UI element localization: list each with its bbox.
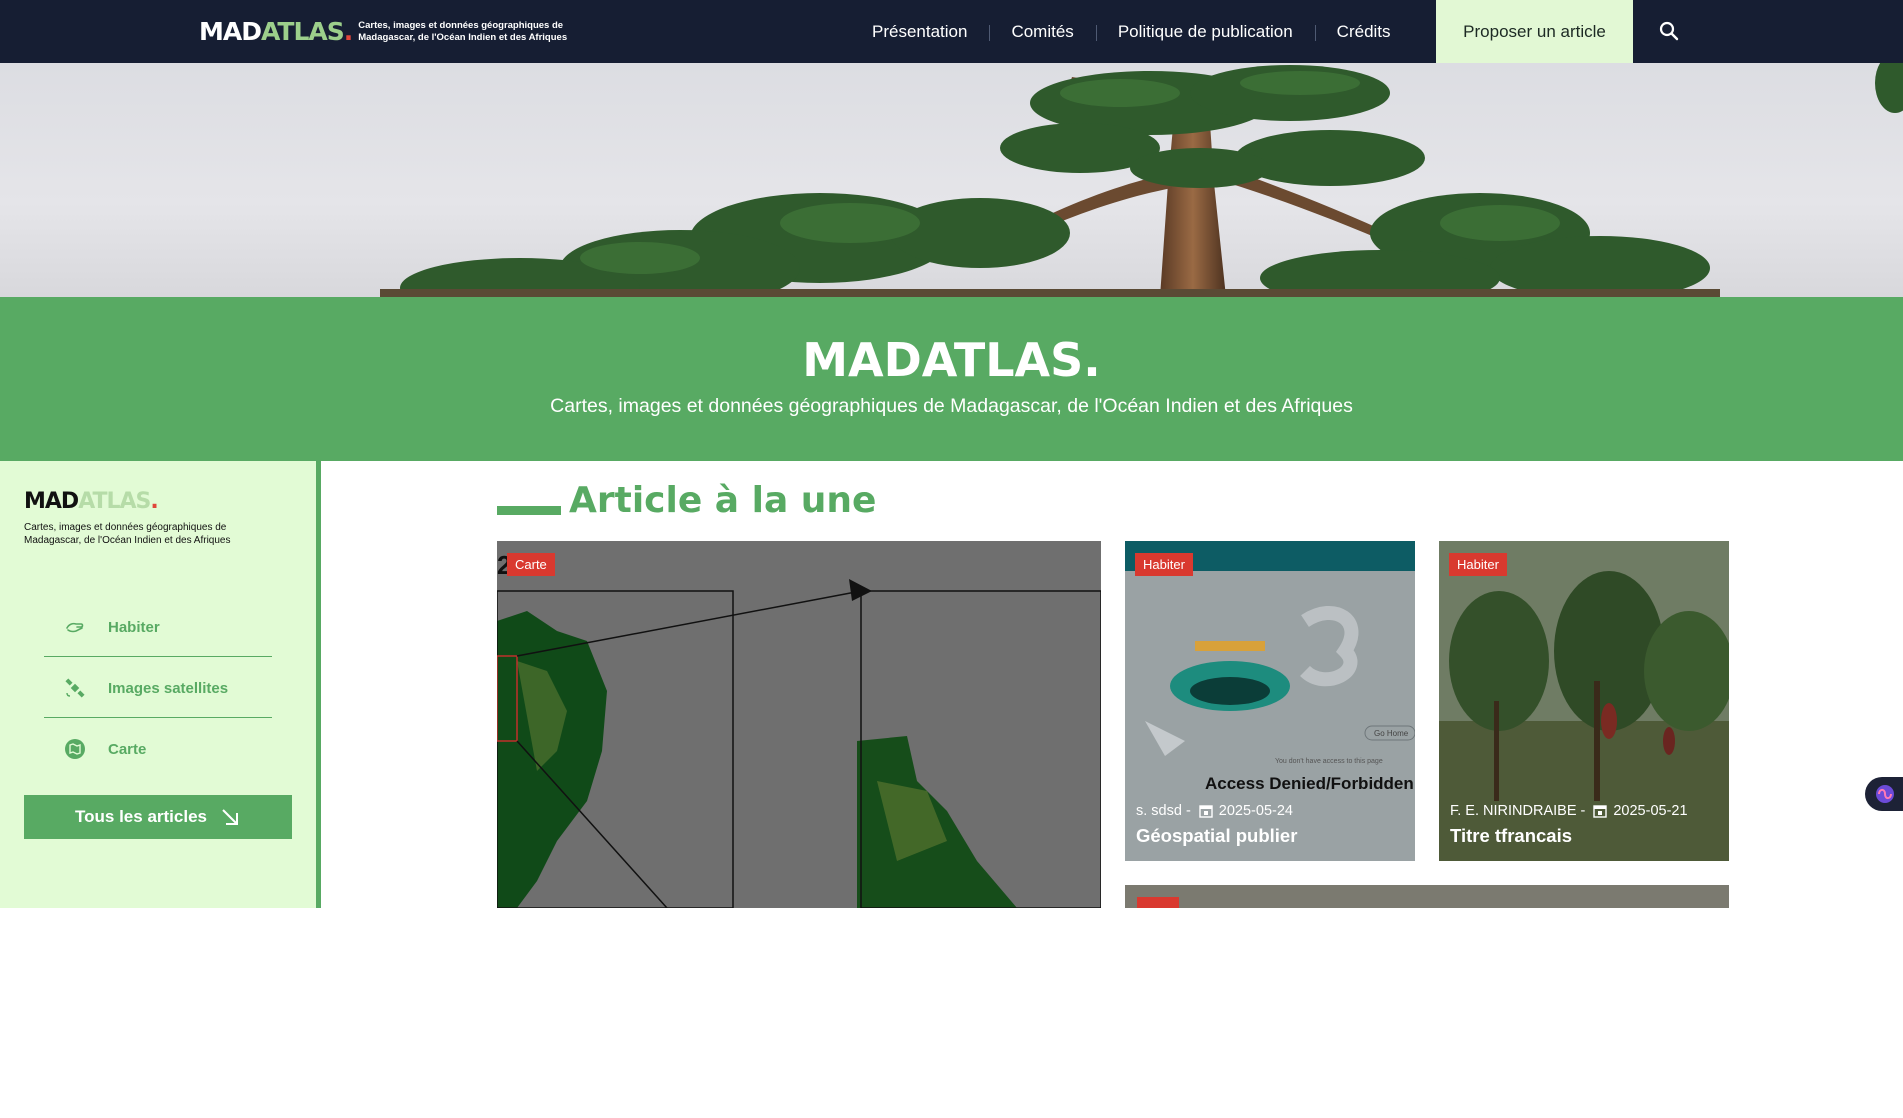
satellite-icon xyxy=(60,673,90,703)
hero-baobab-image xyxy=(0,63,1903,297)
propose-article-button[interactable]: Proposer un article xyxy=(1436,0,1633,63)
sidebar-item-habiter[interactable] xyxy=(44,1058,272,1118)
site-logo[interactable]: MADATLAS. Cartes, images et données géog… xyxy=(199,17,573,46)
hand-icon xyxy=(60,612,90,642)
sidebar-divider xyxy=(44,717,272,718)
nav-comites[interactable]: Comités xyxy=(989,22,1095,42)
nav-presentation[interactable]: Présentation xyxy=(850,22,989,42)
arrow-down-right-icon xyxy=(222,809,238,825)
article-card[interactable]: Go Home You don't have access to this pa… xyxy=(1125,541,1415,861)
article-meta: F. E. NIRINDRAIBE - 2025-05-21 xyxy=(1450,803,1688,819)
article-card[interactable]: Habiter F. E. NIRINDRAIBE - 2025-05-21 T… xyxy=(1439,541,1729,861)
sidebar-item-carte[interactable]: Carte xyxy=(44,719,272,779)
sidebar-divider xyxy=(44,656,272,657)
logo-tagline: Cartes, images et données géographiques … xyxy=(358,19,568,43)
article-date: 2025-05-24 xyxy=(1218,803,1293,819)
brain-icon xyxy=(1876,785,1894,803)
sidebar-item-images-satellites[interactable]: Images satellites xyxy=(44,658,272,718)
sidebar-logo: MADATLAS. xyxy=(24,489,159,514)
banner-title: MADATLAS. xyxy=(802,333,1101,387)
category-badge[interactable]: Carte xyxy=(507,553,555,576)
featured-main-card[interactable]: 2 Carte xyxy=(497,541,1101,908)
site-banner: MADATLAS. Cartes, images et données géog… xyxy=(0,297,1903,461)
map-thumbnail: 2 xyxy=(497,541,1101,908)
svg-text:You don't have access to this: You don't have access to this page xyxy=(1275,758,1383,765)
svg-text:Access Denied/Forbidden: Access Denied/Forbidden xyxy=(1205,774,1414,793)
calendar-icon xyxy=(1593,805,1608,818)
article-author: F. E. NIRINDRAIBE xyxy=(1450,803,1577,819)
main-nav: Présentation Comités Politique de public… xyxy=(850,0,1413,63)
article-author: s. sdsd xyxy=(1136,803,1182,819)
sidebar-item-habiter[interactable]: Habiter xyxy=(44,597,272,657)
nav-politique-publication[interactable]: Politique de publication xyxy=(1095,22,1315,42)
article-date: 2025-05-21 xyxy=(1613,803,1688,819)
banner-subtitle: Cartes, images et données géographiques … xyxy=(550,395,1353,417)
category-badge[interactable]: Habiter xyxy=(1449,553,1507,576)
sidebar-tagline: Cartes, images et données géographiques … xyxy=(24,522,231,546)
logo-wordmark: MADATLAS. xyxy=(199,17,353,46)
calendar-icon xyxy=(1199,805,1213,818)
nav-credits[interactable]: Crédits xyxy=(1314,22,1413,42)
article-title[interactable]: Géospatial publier xyxy=(1136,825,1297,847)
svg-text:Go Home: Go Home xyxy=(1374,729,1409,738)
section-title: Article à la une xyxy=(569,480,877,521)
category-badge[interactable]: Habiter xyxy=(1135,553,1193,576)
article-card-partial[interactable] xyxy=(1125,885,1729,908)
top-navbar: MADATLAS. Cartes, images et données géog… xyxy=(0,0,1903,63)
assistant-fab[interactable] xyxy=(1865,777,1903,811)
search-icon[interactable] xyxy=(1656,18,1682,44)
map-icon xyxy=(60,734,90,764)
article-title[interactable]: Titre tfrancais xyxy=(1450,825,1572,847)
all-articles-button[interactable]: Tous les articles xyxy=(24,795,292,839)
category-badge xyxy=(1137,897,1179,908)
article-meta: s. sdsd - 2025-05-24 xyxy=(1136,803,1293,819)
section-title-bar xyxy=(497,506,561,515)
